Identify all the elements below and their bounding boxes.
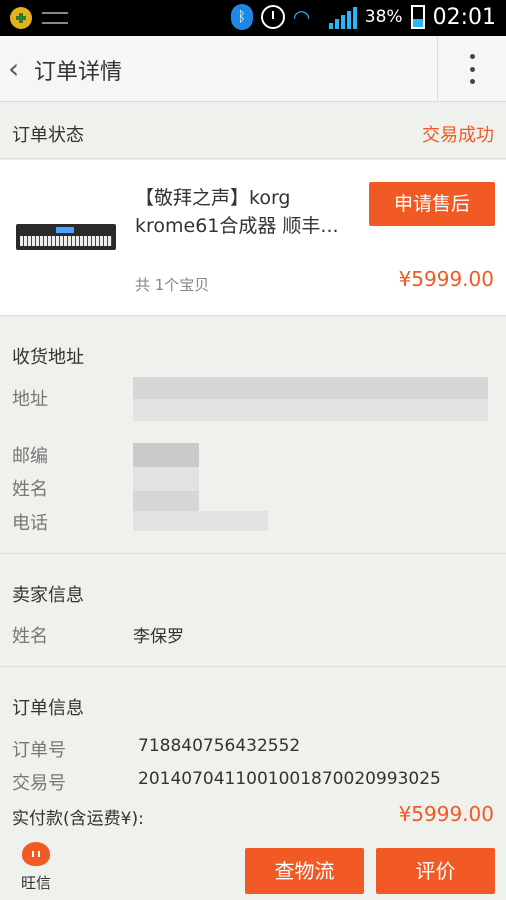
view-logistics-button[interactable]: 查物流: [245, 848, 364, 894]
apply-after-sale-button[interactable]: 申请售后: [369, 182, 495, 226]
battery-icon: [410, 5, 425, 29]
amount-paid-label: 实付款(含运费¥):: [12, 809, 144, 829]
order-status-label: 订单状态: [12, 125, 84, 146]
app-bar: ‹ 订单详情: [0, 36, 506, 102]
product-card[interactable]: 【敬拜之声】korg krome61合成器 顺丰... 申请售后 共 1个宝贝 …: [0, 160, 506, 316]
item-count: 共 1个宝贝: [135, 276, 210, 294]
order-status-row: 订单状态 交易成功: [0, 103, 506, 159]
trade-number-label: 交易号: [12, 773, 66, 794]
wifi-icon: ◠: [292, 5, 311, 29]
wangxin-chat-button[interactable]: 旺信: [16, 842, 56, 898]
product-name-line1: 【敬拜之声】korg: [135, 187, 291, 209]
trade-number-value: 2014070411001001870020993025: [138, 769, 441, 789]
wangxin-label: 旺信: [20, 874, 51, 892]
message-notification-icon: [42, 12, 68, 24]
seller-name-label: 姓名: [12, 626, 48, 647]
address-heading: 收货地址: [12, 347, 84, 368]
bottom-action-bar: 旺信 查物流 评价: [0, 838, 506, 900]
order-info-section: 订单信息 订单号 718840756432552 交易号 20140704110…: [0, 668, 506, 838]
product-price: ¥5999.00: [398, 267, 494, 291]
order-number-value: 718840756432552: [138, 736, 301, 756]
seller-heading: 卖家信息: [12, 585, 84, 606]
status-bar: ᛒ ◠ 38% 02:01: [0, 0, 506, 36]
shipping-address-section: 收货地址 地址 邮编 姓名 电话: [0, 317, 506, 554]
seller-info-section: 卖家信息 姓名 李保罗: [0, 555, 506, 667]
page-title: 订单详情: [34, 60, 123, 85]
recipient-name-label: 姓名: [12, 479, 48, 500]
back-icon[interactable]: ‹: [8, 54, 30, 84]
wangxin-icon: [22, 842, 50, 866]
order-info-heading: 订单信息: [12, 698, 84, 719]
signal-icon: [328, 5, 357, 29]
phone-label: 电话: [12, 513, 48, 534]
bluetooth-icon: ᛒ: [230, 4, 253, 30]
product-name[interactable]: 【敬拜之声】korg krome61合成器 顺丰...: [135, 184, 365, 240]
review-button[interactable]: 评价: [376, 848, 495, 894]
app-notification-icon: [10, 7, 32, 29]
product-thumbnail[interactable]: [16, 220, 118, 256]
product-name-line2: krome61合成器 顺丰...: [135, 215, 339, 237]
address-label: 地址: [12, 389, 48, 410]
order-number-label: 订单号: [12, 740, 66, 761]
clock-time: 02:01: [432, 4, 496, 30]
postcode-label: 邮编: [12, 446, 48, 467]
more-options-icon[interactable]: [460, 54, 484, 84]
amount-paid-value: ¥5999.00: [398, 802, 494, 826]
seller-name-value: 李保罗: [133, 627, 184, 647]
battery-percent: 38%: [364, 7, 403, 27]
order-status-value: 交易成功: [422, 125, 494, 146]
appbar-divider: [437, 36, 438, 102]
alarm-icon: [260, 5, 285, 29]
